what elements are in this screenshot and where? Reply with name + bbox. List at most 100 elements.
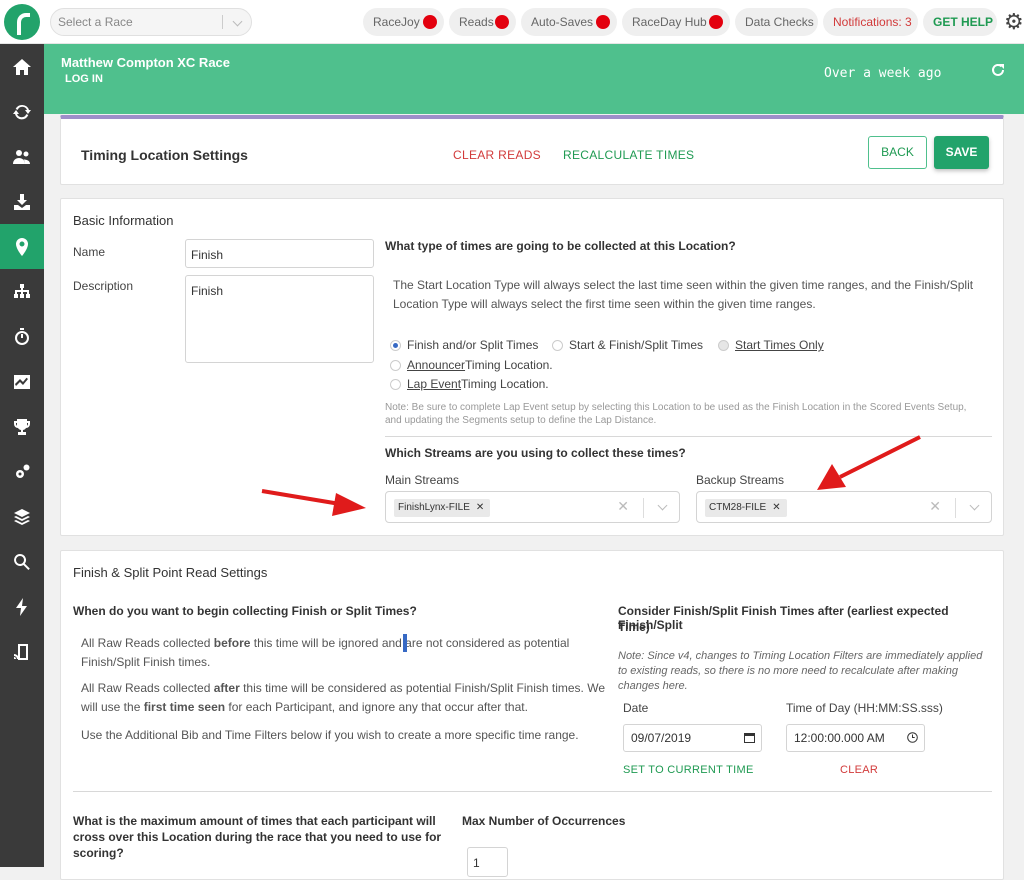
consider-times-question-1: Consider Finish/Split Finish Times after… <box>618 604 949 632</box>
time-of-day-label: Time of Day (HH:MM:SS.sss) <box>786 701 943 715</box>
name-input[interactable]: Finish <box>185 239 374 268</box>
reads-label: Reads <box>459 15 494 29</box>
lap-event-suffix: Timing Location. <box>461 377 549 391</box>
radio-start-only[interactable]: Start Times Only <box>718 338 824 352</box>
date-label: Date <box>623 701 649 715</box>
announcer-suffix: Timing Location. <box>465 358 553 372</box>
race-header: Matthew Compton XC Race LOG IN Over a we… <box>44 44 1024 114</box>
layers-icon[interactable] <box>0 494 44 539</box>
clear-time-button[interactable]: CLEAR <box>840 764 878 776</box>
after-explanation-2: will use the first time seen for each Pa… <box>81 698 528 717</box>
reads-status-dot <box>495 15 509 29</box>
after-bold: after <box>213 681 240 695</box>
race-select[interactable]: Select a Race <box>50 8 252 36</box>
description-textarea[interactable]: Finish <box>185 275 374 363</box>
lap-note-2: and updating the Segments setup to defin… <box>385 415 657 426</box>
autosaves-status-pill[interactable]: Auto-Saves <box>521 8 617 36</box>
before-text-2: this time will be ignored and are not co… <box>250 636 570 650</box>
select-divider <box>955 498 956 518</box>
lap-note-1: Note: Be sure to complete Lap Event setu… <box>385 402 967 413</box>
after-text-2: this time will be considered as potentia… <box>239 681 606 695</box>
bolt-icon[interactable] <box>0 584 44 629</box>
finish-split-heading: Finish & Split Point Read Settings <box>73 565 268 580</box>
gears-icon[interactable] <box>0 449 44 494</box>
max-occurrences-input[interactable]: 1 <box>467 847 508 877</box>
timing-location-title-card: Timing Location Settings CLEAR READS REC… <box>60 115 1004 185</box>
participants-icon[interactable] <box>0 134 44 179</box>
chart-icon[interactable] <box>0 359 44 404</box>
consider-times-question-2: Time) <box>618 620 650 634</box>
backup-streams-select[interactable]: CTM28-FILE ✕ ✕ <box>696 491 992 523</box>
begin-collecting-question: When do you want to begin collecting Fin… <box>73 604 417 618</box>
backup-streams-label: Backup Streams <box>696 473 785 487</box>
chevron-down-icon[interactable] <box>232 16 243 27</box>
last-update-text: Over a week ago <box>824 66 942 81</box>
recalculate-times-button[interactable]: RECALCULATE TIMES <box>563 148 694 162</box>
autosaves-status-dot <box>596 15 610 29</box>
hierarchy-icon[interactable] <box>0 269 44 314</box>
set-current-time-button[interactable]: SET TO CURRENT TIME <box>623 764 754 776</box>
trophy-icon[interactable] <box>0 404 44 449</box>
racedayhub-status-pill[interactable]: RaceDay Hub <box>622 8 730 36</box>
racejoy-status-dot <box>423 15 437 29</box>
clock-icon[interactable] <box>907 732 918 743</box>
get-help-button[interactable]: GET HELP <box>923 8 997 36</box>
clear-reads-button[interactable]: CLEAR READS <box>453 148 541 162</box>
save-button[interactable]: SAVE <box>934 136 989 169</box>
times-type-description-1: The Start Location Type will always sele… <box>393 278 974 292</box>
stream-tag: FinishLynx-FILE ✕ <box>394 499 491 517</box>
calendar-icon[interactable] <box>744 732 755 743</box>
radio-start-only-label: Start Times Only <box>735 338 824 352</box>
max-times-question-3: scoring? <box>73 846 124 860</box>
race-name: Matthew Compton XC Race <box>61 55 231 70</box>
radio-start-finish[interactable]: Start & Finish/Split Times <box>552 338 703 352</box>
clear-icon[interactable]: ✕ <box>617 498 629 515</box>
stream-tag-label: FinishLynx-FILE <box>398 502 470 513</box>
app-logo[interactable] <box>4 4 40 40</box>
radio-lap-event[interactable]: Lap Event Timing Location. <box>390 377 549 391</box>
download-icon[interactable] <box>0 179 44 224</box>
search-icon[interactable] <box>0 539 44 584</box>
time-of-day-input[interactable]: 12:00:00.000 AM <box>786 724 925 752</box>
before-explanation: All Raw Reads collected before this time… <box>81 634 569 653</box>
data-checks-button[interactable]: Data Checks <box>735 8 818 36</box>
max-occurrences-label: Max Number of Occurrences <box>462 814 626 828</box>
radio-announcer[interactable]: Announcer Timing Location. <box>390 358 553 372</box>
v4-note-3: changes here. <box>618 680 688 692</box>
gear-icon[interactable]: ⚙ <box>1004 11 1024 33</box>
radio-selected-indicator <box>390 339 401 351</box>
reads-status-pill[interactable]: Reads <box>449 8 516 36</box>
v4-note-2: to existing reads, so there is no more n… <box>618 665 958 677</box>
sync-icon[interactable] <box>0 89 44 134</box>
clear-icon[interactable]: ✕ <box>929 498 941 515</box>
streams-question: Which Streams are you using to collect t… <box>385 446 686 460</box>
home-icon[interactable] <box>0 44 44 89</box>
remove-tag-icon[interactable]: ✕ <box>772 502 780 513</box>
device-icon[interactable] <box>0 629 44 674</box>
basic-information-heading: Basic Information <box>73 213 174 228</box>
after-text-3: will use the <box>81 700 144 714</box>
main-streams-label: Main Streams <box>385 473 460 487</box>
date-value: 09/07/2019 <box>631 731 692 745</box>
login-link[interactable]: LOG IN <box>65 73 103 85</box>
description-label: Description <box>73 279 134 293</box>
chevron-down-icon[interactable] <box>969 500 980 511</box>
lap-event-link[interactable]: Lap Event <box>407 377 461 391</box>
remove-tag-icon[interactable]: ✕ <box>476 502 484 513</box>
racedayhub-status-dot <box>709 15 723 29</box>
chevron-down-icon[interactable] <box>657 500 668 511</box>
back-button[interactable]: BACK <box>868 136 927 169</box>
notifications-button[interactable]: Notifications: 3 <box>823 8 918 36</box>
main-streams-select[interactable]: FinishLynx-FILE ✕ ✕ <box>385 491 680 523</box>
location-icon[interactable] <box>0 224 44 269</box>
stopwatch-icon[interactable] <box>0 314 44 359</box>
sidebar <box>0 44 44 867</box>
racejoy-label: RaceJoy <box>373 15 420 29</box>
name-label: Name <box>73 245 106 259</box>
refresh-icon[interactable] <box>990 62 1006 78</box>
divider <box>385 436 992 437</box>
announcer-link[interactable]: Announcer <box>407 358 465 372</box>
radio-finish-split[interactable]: Finish and/or Split Times <box>390 338 538 352</box>
date-input[interactable]: 09/07/2019 <box>623 724 762 752</box>
racejoy-status-pill[interactable]: RaceJoy <box>363 8 444 36</box>
